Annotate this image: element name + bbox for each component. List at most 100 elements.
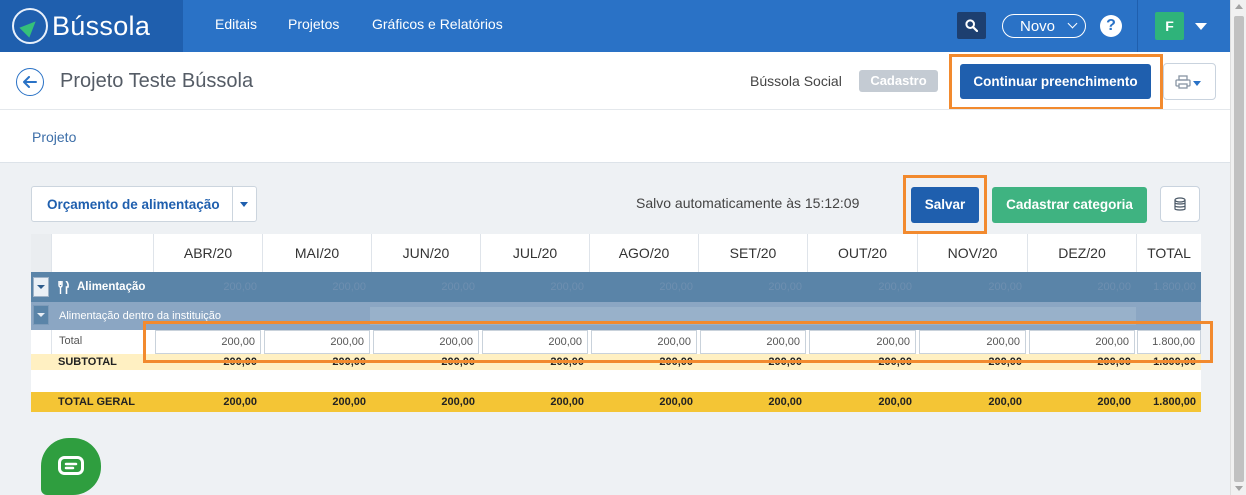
nav-link-editais[interactable]: Editais	[215, 16, 257, 32]
subtotal-value: 200,00	[550, 356, 584, 368]
month-value-input[interactable]: 200,00	[591, 330, 697, 354]
month-value-input[interactable]: 200,00	[700, 330, 806, 354]
category-value: 200,00	[659, 281, 693, 293]
month-value-input[interactable]: 200,00	[809, 330, 916, 354]
category-value: 200,00	[1097, 281, 1131, 293]
collapse-toggle[interactable]	[33, 277, 49, 297]
month-value-input[interactable]: 200,00	[919, 330, 1026, 354]
tab-projeto[interactable]: Projeto	[32, 129, 76, 145]
month-header: JUL/20	[480, 234, 589, 272]
nav-link-projetos[interactable]: Projetos	[288, 16, 339, 32]
line-item-row: Total 200,00 200,00 200,00 200,00 200,00…	[31, 330, 1201, 354]
grand-total-value: 200,00	[332, 396, 366, 408]
grand-total-value: 200,00	[659, 396, 693, 408]
subtotal-row: SUBTOTAL 200,00 200,00 200,00 200,00 200…	[31, 354, 1201, 370]
database-button[interactable]	[1160, 186, 1200, 222]
organization-name: Bússola Social	[750, 73, 842, 89]
add-category-button[interactable]: Cadastrar categoria	[992, 187, 1147, 223]
month-header: MAI/20	[262, 234, 371, 272]
category-total: 1.800,00	[1153, 281, 1196, 293]
search-button[interactable]	[957, 12, 986, 39]
grand-total-value: 200,00	[223, 396, 257, 408]
caret-down-icon[interactable]	[240, 202, 248, 207]
grand-total-value: 200,00	[1097, 396, 1131, 408]
chat-button[interactable]	[41, 438, 101, 495]
table-header-row: ABR/20 MAI/20 JUN/20 JUL/20 AGO/20 SET/2…	[31, 234, 1201, 272]
page-scrollbar[interactable]	[1230, 0, 1246, 495]
help-icon[interactable]: ?	[1100, 15, 1122, 37]
line-item-name: Total	[51, 330, 153, 354]
new-dropdown-button[interactable]: Novo	[1002, 14, 1086, 38]
category-value: 200,00	[878, 281, 912, 293]
line-total: 1.800,00	[1137, 330, 1201, 354]
select-divider	[232, 187, 233, 221]
search-icon	[965, 19, 978, 32]
month-header: NOV/20	[917, 234, 1027, 272]
back-button[interactable]	[16, 68, 44, 96]
grand-total-value: 200,00	[550, 396, 584, 408]
project-header: Projeto Teste Bússola Bússola Social Cad…	[0, 52, 1230, 109]
category-value: 200,00	[223, 281, 257, 293]
month-value-input[interactable]: 200,00	[1029, 330, 1135, 354]
caret-down-icon	[37, 313, 45, 317]
month-header: DEZ/20	[1027, 234, 1136, 272]
subtotal-value: 200,00	[768, 356, 802, 368]
scroll-thumb[interactable]	[1234, 16, 1244, 482]
header-toggle-spacer	[31, 234, 51, 272]
category-value: 200,00	[988, 281, 1022, 293]
category-name: Alimentação	[77, 281, 146, 293]
chat-icon	[58, 455, 84, 475]
collapse-toggle[interactable]	[33, 305, 49, 325]
month-value-input[interactable]: 200,00	[482, 330, 588, 354]
new-button-label: Novo	[1020, 17, 1056, 35]
database-icon	[1174, 196, 1186, 211]
chevron-down-icon	[1067, 18, 1078, 29]
grand-total-total: 1.800,00	[1153, 396, 1196, 408]
subtotal-value: 200,00	[1097, 356, 1131, 368]
category-value: 200,00	[332, 281, 366, 293]
subcategory-row: Alimentação dentro da instituição	[31, 302, 1201, 330]
budget-select-value: Orçamento de alimentação	[47, 197, 220, 212]
user-avatar[interactable]: F	[1155, 12, 1184, 40]
continue-filling-button[interactable]: Continuar preenchimento	[960, 64, 1151, 99]
save-button[interactable]: Salvar	[911, 187, 979, 223]
page-title: Projeto Teste Bússola	[60, 70, 254, 92]
total-header: TOTAL	[1136, 234, 1201, 272]
subtotal-value: 200,00	[223, 356, 257, 368]
grand-total-value: 200,00	[988, 396, 1022, 408]
spacer-row	[31, 370, 1201, 392]
nav-link-graficos[interactable]: Gráficos e Relatórios	[372, 16, 503, 32]
section-tabs: Projeto	[0, 109, 1230, 163]
autosave-status: Salvo automaticamente às 15:12:09	[636, 195, 860, 211]
month-header: OUT/20	[807, 234, 917, 272]
arrow-left-icon	[23, 76, 37, 88]
month-header: AGO/20	[589, 234, 698, 272]
budget-select[interactable]: Orçamento de alimentação	[31, 186, 257, 222]
subtotal-total: 1.800,00	[1153, 356, 1196, 368]
caret-down-icon	[1193, 81, 1201, 86]
category-row: Alimentação 200,00 200,00 200,00 200,00 …	[31, 272, 1201, 302]
subcategory-band	[370, 307, 1136, 325]
scroll-up-arrow-icon[interactable]	[1235, 4, 1243, 9]
scroll-down-arrow-icon[interactable]	[1235, 486, 1243, 491]
category-value: 200,00	[441, 281, 475, 293]
month-header: SET/20	[698, 234, 807, 272]
category-value: 200,00	[550, 281, 584, 293]
month-value-input[interactable]: 200,00	[155, 330, 261, 354]
month-header: ABR/20	[153, 234, 262, 272]
caret-down-icon	[37, 285, 45, 289]
printer-icon	[1175, 75, 1191, 89]
header-label-spacer	[51, 234, 153, 272]
top-navbar: Bússola Editais Projetos Gráficos e Rela…	[0, 0, 1230, 52]
app-name: Bússola	[52, 10, 151, 41]
subtotal-value: 200,00	[441, 356, 475, 368]
app-logo[interactable]: Bússola	[0, 0, 183, 52]
caret-down-icon[interactable]	[1195, 23, 1207, 30]
category-value: 200,00	[768, 281, 802, 293]
month-value-input[interactable]: 200,00	[264, 330, 370, 354]
month-value-input[interactable]: 200,00	[373, 330, 479, 354]
subtotal-value: 200,00	[332, 356, 366, 368]
month-header: JUN/20	[371, 234, 480, 272]
print-button[interactable]	[1163, 63, 1216, 100]
nav-divider	[1137, 0, 1138, 52]
